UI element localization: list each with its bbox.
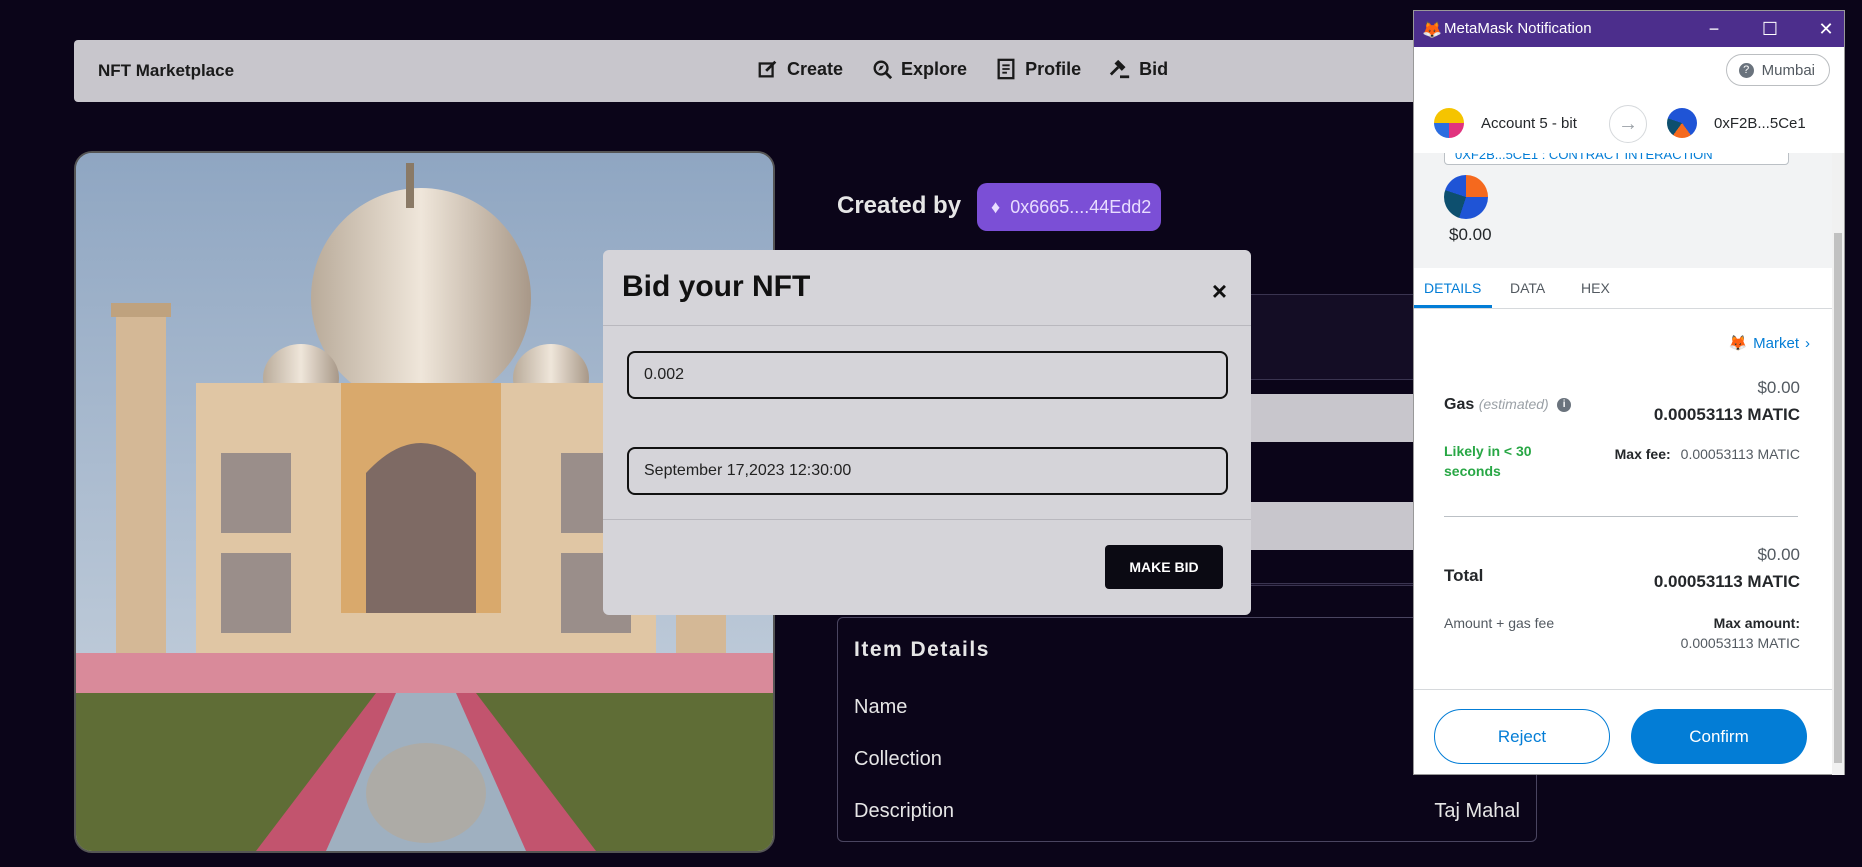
active-tab-indicator: [1414, 305, 1492, 308]
gas-estimated-text: (estimated): [1478, 396, 1549, 412]
transaction-value: $0.00: [1449, 225, 1492, 244]
nav-bid[interactable]: Bid: [1109, 58, 1168, 80]
max-fee-value: 0.00053113 MATIC: [1680, 446, 1800, 462]
tab-data[interactable]: DATA: [1510, 280, 1545, 296]
scrollbar-thumb[interactable]: [1834, 233, 1842, 763]
gas-matic: 0.00053113 MATIC: [1653, 405, 1800, 424]
tab-details[interactable]: DETAILS: [1424, 280, 1481, 296]
confirm-button[interactable]: Confirm: [1631, 709, 1807, 764]
from-account-name[interactable]: Account 5 - bit: [1481, 115, 1577, 132]
nav-explore-label: Explore: [901, 58, 968, 79]
nav-create[interactable]: Create: [757, 58, 843, 80]
minimize-icon[interactable]: −: [1702, 17, 1726, 41]
max-fee-label: Max fee:: [1614, 446, 1671, 462]
nav-create-label: Create: [787, 58, 844, 79]
bid-amount-input[interactable]: [627, 351, 1228, 399]
likely-time: Likely in < 30 seconds: [1444, 443, 1532, 479]
amount-gas-label: Amount + gas fee: [1444, 615, 1555, 631]
brand-logo[interactable]: NFT Marketplace: [98, 61, 234, 81]
bid-modal: Bid your NFT × MAKE BID: [603, 250, 1251, 615]
info-icon[interactable]: i: [1557, 397, 1572, 412]
fee-divider: [1444, 516, 1798, 517]
reject-button[interactable]: Reject: [1434, 709, 1610, 764]
chevron-right-icon: ›: [1805, 334, 1810, 352]
tab-hex[interactable]: HEX: [1581, 280, 1610, 296]
max-amount-value: 0.00053113 MATIC: [1680, 635, 1800, 651]
to-account-avatar: [1667, 108, 1697, 138]
nav-profile[interactable]: Profile: [995, 58, 1081, 80]
modal-header-divider: [603, 325, 1251, 326]
metamask-scrollbar[interactable]: [1832, 153, 1844, 775]
make-bid-button[interactable]: MAKE BID: [1105, 545, 1223, 589]
contract-interaction-tag[interactable]: 0XF2B...5CE1 : CONTRACT INTERACTION: [1444, 153, 1789, 165]
max-fee: Max fee: 0.00053113 MATIC: [1615, 446, 1800, 462]
nav-bid-label: Bid: [1139, 58, 1169, 79]
close-icon[interactable]: ×: [1212, 276, 1227, 307]
from-account-avatar: [1434, 108, 1464, 138]
owner-address-chip[interactable]: ♦ 0x6665....44Edd2: [977, 183, 1161, 231]
gas-label: Gas (estimated) i: [1444, 396, 1572, 414]
gavel-icon: [1109, 59, 1130, 79]
market-label: Market: [1753, 334, 1799, 352]
item-details-title: Item Details: [854, 638, 990, 661]
metamask-titlebar: 🦊 MetaMask Notification − ☐ ✕: [1414, 11, 1844, 47]
gas-usd: $0.00: [1757, 378, 1800, 397]
detail-description-value: Taj Mahal: [1434, 800, 1520, 822]
network-help-icon: ?: [1738, 62, 1754, 78]
gas-market-selector[interactable]: 🦊 Market ›: [1728, 334, 1810, 353]
total-label: Total: [1444, 566, 1484, 585]
close-window-icon[interactable]: ✕: [1814, 17, 1838, 41]
origin-section: 0XF2B...5CE1 : CONTRACT INTERACTION $0.0…: [1414, 153, 1834, 268]
network-name: Mumbai: [1761, 61, 1815, 79]
nav-links: Create Explore Profile Bid: [757, 58, 1168, 80]
max-amount-label: Max amount:: [1713, 615, 1800, 631]
detail-collection-label: Collection: [854, 748, 942, 770]
create-icon: [758, 60, 777, 78]
detail-name-label: Name: [854, 696, 908, 718]
maximize-icon[interactable]: ☐: [1758, 17, 1782, 41]
metamask-fox-icon: 🦊: [1422, 22, 1442, 39]
nav-profile-label: Profile: [1025, 58, 1082, 79]
total-usd: $0.00: [1757, 545, 1800, 564]
fox-icon: 🦊: [1728, 335, 1748, 352]
nav-explore[interactable]: Explore: [871, 58, 967, 80]
contract-avatar: [1444, 175, 1488, 219]
gas-label-text: Gas: [1444, 396, 1475, 413]
max-amount: Max amount: 0.00053113 MATIC: [1681, 613, 1800, 653]
ethereum-icon: ♦: [991, 196, 1001, 217]
to-address[interactable]: 0xF2B...5Ce1: [1714, 115, 1806, 132]
bid-deadline-input[interactable]: [627, 447, 1228, 495]
metamask-window-title: MetaMask Notification: [1444, 20, 1592, 37]
created-by-label: Created by: [837, 192, 962, 219]
explore-icon: [873, 60, 893, 80]
profile-icon: [997, 58, 1015, 80]
modal-footer-divider: [603, 519, 1251, 520]
footer-divider: [1414, 689, 1834, 690]
metamask-content: 0XF2B...5CE1 : CONTRACT INTERACTION $0.0…: [1414, 153, 1834, 775]
metamask-window: 🦊 MetaMask Notification − ☐ ✕ ? Mumbai A…: [1413, 10, 1845, 775]
details-tabs: DETAILS DATA HEX: [1414, 268, 1834, 309]
arrow-right-icon: →: [1609, 105, 1647, 143]
account-transfer-row: Account 5 - bit → 0xF2B...5Ce1: [1414, 93, 1844, 154]
total-matic: 0.00053113 MATIC: [1653, 572, 1800, 591]
detail-description-label: Description: [854, 800, 955, 822]
modal-title: Bid your NFT: [622, 270, 811, 303]
network-selector[interactable]: ? Mumbai: [1725, 54, 1830, 86]
owner-address: 0x6665....44Edd2: [1010, 196, 1152, 217]
